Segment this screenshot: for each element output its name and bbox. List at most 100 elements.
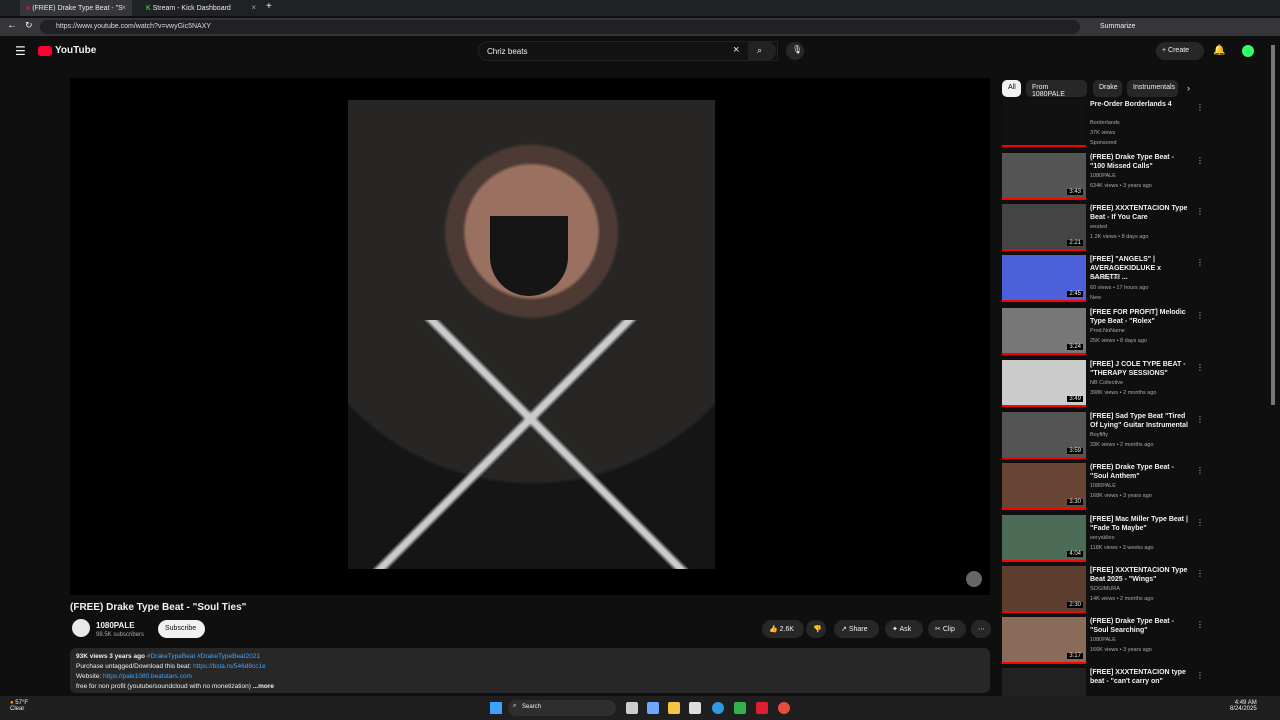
- video-description[interactable]: 93K views 3 years ago #DrakeTypeBeat #Dr…: [70, 648, 990, 693]
- recommendation-thumbnail[interactable]: 3:59: [1002, 412, 1086, 459]
- recommendation-item[interactable]: 3:24 [FREE FOR PROFIT] Melodic Type Beat …: [1002, 308, 1204, 355]
- more-options-icon[interactable]: ⋮: [1196, 363, 1204, 372]
- copilot-icon[interactable]: [647, 702, 659, 714]
- recommendation-thumbnail[interactable]: 3:30: [1002, 463, 1086, 510]
- recommendation-item[interactable]: 3:30 (FREE) Drake Type Beat - "Soul Anthe…: [1002, 463, 1204, 510]
- edge-icon[interactable]: [712, 702, 724, 714]
- more-options-icon[interactable]: ⋮: [1196, 103, 1204, 112]
- recommendation-channel[interactable]: wxsted: [1090, 224, 1190, 230]
- task-view-icon[interactable]: [626, 702, 638, 714]
- store-icon[interactable]: [689, 702, 701, 714]
- refresh-icon[interactable]: ↻: [25, 20, 33, 31]
- more-options-icon[interactable]: ⋮: [1196, 258, 1204, 267]
- filter-instrumentals[interactable]: Instrumentals: [1127, 80, 1178, 97]
- more-actions-button[interactable]: ⋯: [971, 620, 991, 638]
- voice-search-button[interactable]: 🎙: [786, 42, 804, 60]
- chevron-right-icon[interactable]: ›: [1187, 83, 1190, 93]
- hashtags-link[interactable]: #DrakeTypeBeat #DrakeTypeBeat2021: [147, 653, 260, 660]
- recommendation-item[interactable]: 2:30 [FREE] XXXTENTACION Type Beat 2025 -…: [1002, 566, 1204, 613]
- recommendation-thumbnail[interactable]: [1002, 100, 1086, 147]
- like-button[interactable]: 👍 2.6K: [762, 620, 804, 638]
- search-button[interactable]: ⌕: [748, 41, 776, 61]
- recommendation-thumbnail[interactable]: 3:43: [1002, 153, 1086, 200]
- create-button[interactable]: + Create: [1156, 42, 1204, 60]
- recommendation-channel[interactable]: eerysklies: [1090, 535, 1190, 541]
- recommendation-title: Pre-Order Borderlands 4: [1090, 101, 1172, 108]
- recommendation-item[interactable]: 3:17 (FREE) Drake Type Beat - "Soul Searc…: [1002, 617, 1204, 664]
- website-link[interactable]: https://pale1080.beatstars.com: [103, 673, 192, 680]
- recommendation-thumbnail[interactable]: 2:21: [1002, 204, 1086, 251]
- notifications-icon[interactable]: 🔔: [1213, 45, 1225, 56]
- recommendation-channel[interactable]: Boyfifty: [1090, 432, 1190, 438]
- recommendation-channel[interactable]: SOGIMURA: [1090, 586, 1190, 592]
- more-options-icon[interactable]: ⋮: [1196, 415, 1204, 424]
- address-bar[interactable]: https://www.youtube.com/watch?v=vwyGic5N…: [40, 20, 1080, 34]
- more-options-icon[interactable]: ⋮: [1196, 569, 1204, 578]
- purchase-link[interactable]: https://bsta.rs/546d8cc1e: [193, 663, 266, 670]
- filter-all[interactable]: All: [1002, 80, 1021, 97]
- tab-kick-dashboard[interactable]: K Stream - Kick Dashboard ×: [140, 0, 262, 16]
- recommendation-title: [FREE] J COLE TYPE BEAT - "THERAPY SESSI…: [1090, 361, 1186, 377]
- file-explorer-icon[interactable]: [668, 702, 680, 714]
- red-app-icon[interactable]: [756, 702, 768, 714]
- chrome-icon[interactable]: [778, 702, 790, 714]
- system-clock[interactable]: 4:49 AM 8/24/2025: [1230, 700, 1257, 712]
- channel-avatar[interactable]: [72, 619, 90, 637]
- more-options-icon[interactable]: ⋮: [1196, 518, 1204, 527]
- recommendation-channel[interactable]: NB Collective: [1090, 380, 1190, 386]
- recommendation-item[interactable]: 3:49 [FREE] J COLE TYPE BEAT - "THERAPY S…: [1002, 360, 1204, 407]
- menu-icon[interactable]: ☰: [15, 44, 26, 58]
- recommendation-item[interactable]: 2:21 (FREE) XXXTENTACION Type Beat - If Y…: [1002, 204, 1204, 251]
- recommendation-item[interactable]: 2:45 [FREE] "ANGELS" | AVERAGEKIDLUKE x S…: [1002, 255, 1204, 302]
- recommendation-meta: 398K views • 2 months ago: [1090, 390, 1157, 396]
- close-icon[interactable]: ×: [121, 3, 126, 12]
- recommendation-thumbnail[interactable]: 2:30: [1002, 566, 1086, 613]
- recommendation-thumbnail[interactable]: 3:17: [1002, 617, 1086, 664]
- close-icon[interactable]: ×: [251, 3, 256, 12]
- recommendation-thumbnail[interactable]: 3:49: [1002, 360, 1086, 407]
- xbox-icon[interactable]: [734, 702, 746, 714]
- recommendation-channel[interactable]: BeatsByLeo: [1090, 275, 1190, 281]
- clear-search-icon[interactable]: ×: [733, 44, 739, 56]
- more-options-icon[interactable]: ⋮: [1196, 156, 1204, 165]
- more-options-icon[interactable]: ⋮: [1196, 311, 1204, 320]
- recommendation-channel[interactable]: Prod.NoName: [1090, 328, 1190, 334]
- filter-drake[interactable]: Drake: [1093, 80, 1122, 97]
- more-options-icon[interactable]: ⋮: [1196, 620, 1204, 629]
- taskbar-search[interactable]: ⌕ Search: [508, 700, 616, 716]
- new-tab-button[interactable]: +: [266, 1, 272, 12]
- recommendation-channel[interactable]: 1080PALE: [1090, 483, 1190, 489]
- ask-button[interactable]: ✦ Ask: [885, 620, 923, 638]
- page-scrollbar[interactable]: [1271, 45, 1275, 405]
- tab-drake-video[interactable]: ● (FREE) Drake Type Beat - "S ×: [20, 0, 132, 16]
- filter-from-1080pale[interactable]: From 1080PALE: [1026, 80, 1087, 98]
- more-options-icon[interactable]: ⋮: [1196, 671, 1204, 680]
- account-avatar[interactable]: [1242, 45, 1254, 57]
- back-icon[interactable]: ←: [7, 20, 17, 31]
- share-button[interactable]: ↗ Share: [834, 620, 879, 638]
- windows-start-icon[interactable]: [490, 702, 502, 714]
- more-description-button[interactable]: ...more: [253, 683, 274, 690]
- summarize-button[interactable]: Summarize: [1100, 23, 1135, 30]
- channel-name[interactable]: 1080PALE: [96, 621, 135, 630]
- recommendation-item[interactable]: Pre-Order Borderlands 4 Borderlands 37K vi…: [1002, 100, 1204, 147]
- recommendation-channel[interactable]: 1080PALE: [1090, 637, 1190, 643]
- subscribe-button[interactable]: Subscribe: [158, 620, 205, 638]
- recommendation-item[interactable]: 3:43 (FREE) Drake Type Beat - "100 Missed…: [1002, 153, 1204, 200]
- recommendation-channel[interactable]: 1080PALE: [1090, 173, 1190, 179]
- recommendation-item[interactable]: 3:59 [FREE] Sad Type Beat "Tired Of Lying…: [1002, 412, 1204, 459]
- recommendation-meta: 25K views • 8 days ago: [1090, 338, 1147, 344]
- recommendation-channel[interactable]: Borderlands: [1090, 120, 1190, 126]
- more-options-icon[interactable]: ⋮: [1196, 466, 1204, 475]
- weather-widget[interactable]: ● 57°F Clear: [10, 700, 28, 712]
- more-options-icon[interactable]: ⋮: [1196, 207, 1204, 216]
- recommendation-item[interactable]: 4:04 [FREE] Mac Miller Type Beat | "Fade …: [1002, 515, 1204, 562]
- recommendation-thumbnail[interactable]: 2:45: [1002, 255, 1086, 302]
- channel-watermark-icon[interactable]: [966, 571, 982, 587]
- duration-label: 2:45: [1067, 291, 1083, 297]
- youtube-logo[interactable]: YouTube: [38, 45, 96, 56]
- recommendation-thumbnail[interactable]: 3:24: [1002, 308, 1086, 355]
- dislike-button[interactable]: 👎: [806, 620, 826, 638]
- clip-button[interactable]: ✂ Clip: [928, 620, 966, 638]
- recommendation-thumbnail[interactable]: 4:04: [1002, 515, 1086, 562]
